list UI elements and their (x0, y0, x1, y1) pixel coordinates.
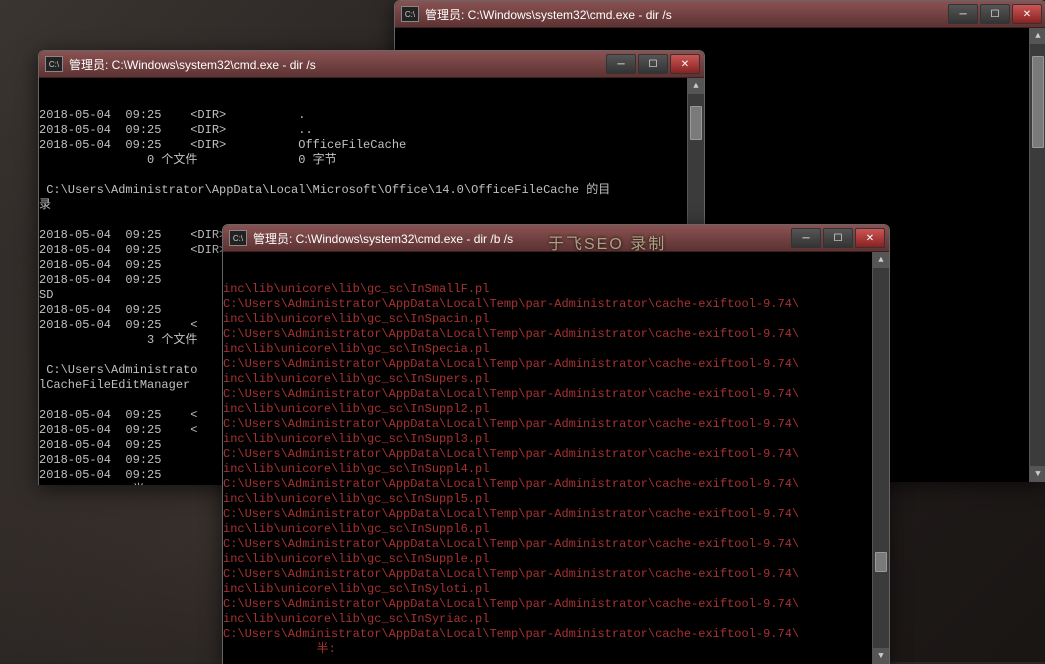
window-title: 管理员: C:\Windows\system32\cmd.exe - dir /… (69, 56, 604, 73)
terminal-line: 半: (223, 642, 889, 657)
cmd-icon: C:\ (229, 230, 247, 246)
terminal-line: 2018-05-04 09:25 <DIR> .. (39, 123, 704, 138)
scroll-down-icon[interactable]: ▼ (1030, 466, 1045, 482)
terminal-line: inc\lib\unicore\lib\gc_sc\InSpacin.pl (223, 312, 889, 327)
window-buttons: ─ ☐ ✕ (789, 228, 885, 248)
terminal-line: C:\Users\Administrator\AppData\Local\Tem… (223, 537, 889, 552)
terminal-line: inc\lib\unicore\lib\gc_sc\InSuppl4.pl (223, 462, 889, 477)
window-title: 管理员: C:\Windows\system32\cmd.exe - dir /… (253, 230, 789, 247)
terminal-line: 0 个文件 0 字节 (39, 153, 704, 168)
scroll-up-icon[interactable]: ▲ (873, 252, 889, 268)
terminal-line: inc\lib\unicore\lib\gc_sc\InSpecia.pl (223, 342, 889, 357)
maximize-button[interactable]: ☐ (980, 4, 1010, 24)
terminal-line: C:\Users\Administrator\AppData\Local\Tem… (223, 387, 889, 402)
terminal-line: C:\Users\Administrator\AppData\Local\Tem… (223, 627, 889, 642)
titlebar[interactable]: C:\ 管理员: C:\Windows\system32\cmd.exe - d… (39, 51, 704, 78)
close-button[interactable]: ✕ (670, 54, 700, 74)
terminal-line: inc\lib\unicore\lib\gc_sc\InSyriac.pl (223, 612, 889, 627)
terminal-line (39, 168, 704, 183)
terminal-line: inc\lib\unicore\lib\gc_sc\InSyloti.pl (223, 582, 889, 597)
titlebar[interactable]: C:\ 管理员: C:\Windows\system32\cmd.exe - d… (395, 1, 1045, 28)
terminal-output[interactable]: inc\lib\unicore\lib\gc_sc\InSmallF.plC:\… (223, 252, 889, 664)
close-button[interactable]: ✕ (1012, 4, 1042, 24)
scrollbar[interactable]: ▲ ▼ (1029, 28, 1045, 482)
maximize-button[interactable]: ☐ (638, 54, 668, 74)
terminal-line: inc\lib\unicore\lib\gc_sc\InSuppl2.pl (223, 402, 889, 417)
terminal-line: C:\Users\Administrator\AppData\Local\Tem… (223, 297, 889, 312)
terminal-line: 录 (39, 198, 704, 213)
scroll-thumb[interactable] (1032, 56, 1044, 148)
terminal-line: inc\lib\unicore\lib\gc_sc\InSuppl6.pl (223, 522, 889, 537)
terminal-line: inc\lib\unicore\lib\gc_sc\InSupple.pl (223, 552, 889, 567)
terminal-line: inc\lib\unicore\lib\gc_sc\InSupers.pl (223, 372, 889, 387)
terminal-line: C:\Users\Administrator\AppData\Local\Tem… (223, 567, 889, 582)
minimize-button[interactable]: ─ (948, 4, 978, 24)
terminal-line: C:\Users\Administrator\AppData\Local\Mic… (39, 183, 704, 198)
scrollbar[interactable]: ▲ ▼ (872, 252, 889, 664)
terminal-line: C:\Users\Administrator\AppData\Local\Tem… (223, 597, 889, 612)
window-buttons: ─ ☐ ✕ (946, 4, 1042, 24)
window-title: 管理员: C:\Windows\system32\cmd.exe - dir /… (425, 6, 946, 23)
scroll-thumb[interactable] (690, 106, 702, 140)
maximize-button[interactable]: ☐ (823, 228, 853, 248)
window-buttons: ─ ☐ ✕ (604, 54, 700, 74)
close-button[interactable]: ✕ (855, 228, 885, 248)
terminal-line: C:\Users\Administrator\AppData\Local\Tem… (223, 327, 889, 342)
scroll-thumb[interactable] (875, 552, 887, 572)
scroll-up-icon[interactable]: ▲ (688, 78, 704, 94)
terminal-line: C:\Users\Administrator\AppData\Local\Tem… (223, 477, 889, 492)
terminal-line: C:\Users\Administrator\AppData\Local\Tem… (223, 447, 889, 462)
terminal-line: C:\Users\Administrator\AppData\Local\Tem… (223, 507, 889, 522)
watermark-text: 于飞SEO 录制 (548, 230, 666, 254)
terminal-line: 2018-05-04 09:25 <DIR> OfficeFileCache (39, 138, 704, 153)
terminal-line: C:\Users\Administrator\AppData\Local\Tem… (223, 417, 889, 432)
terminal-line: inc\lib\unicore\lib\gc_sc\InSuppl3.pl (223, 432, 889, 447)
cmd-window-front[interactable]: C:\ 管理员: C:\Windows\system32\cmd.exe - d… (222, 224, 890, 664)
terminal-line: inc\lib\unicore\lib\gc_sc\InSuppl5.pl (223, 492, 889, 507)
minimize-button[interactable]: ─ (791, 228, 821, 248)
scroll-up-icon[interactable]: ▲ (1030, 28, 1045, 44)
terminal-line: inc\lib\unicore\lib\gc_sc\InSmallF.pl (223, 282, 889, 297)
minimize-button[interactable]: ─ (606, 54, 636, 74)
cmd-icon: C:\ (45, 56, 63, 72)
terminal-line: 2018-05-04 09:25 <DIR> . (39, 108, 704, 123)
cmd-icon: C:\ (401, 6, 419, 22)
terminal-line: C:\Users\Administrator\AppData\Local\Tem… (223, 357, 889, 372)
